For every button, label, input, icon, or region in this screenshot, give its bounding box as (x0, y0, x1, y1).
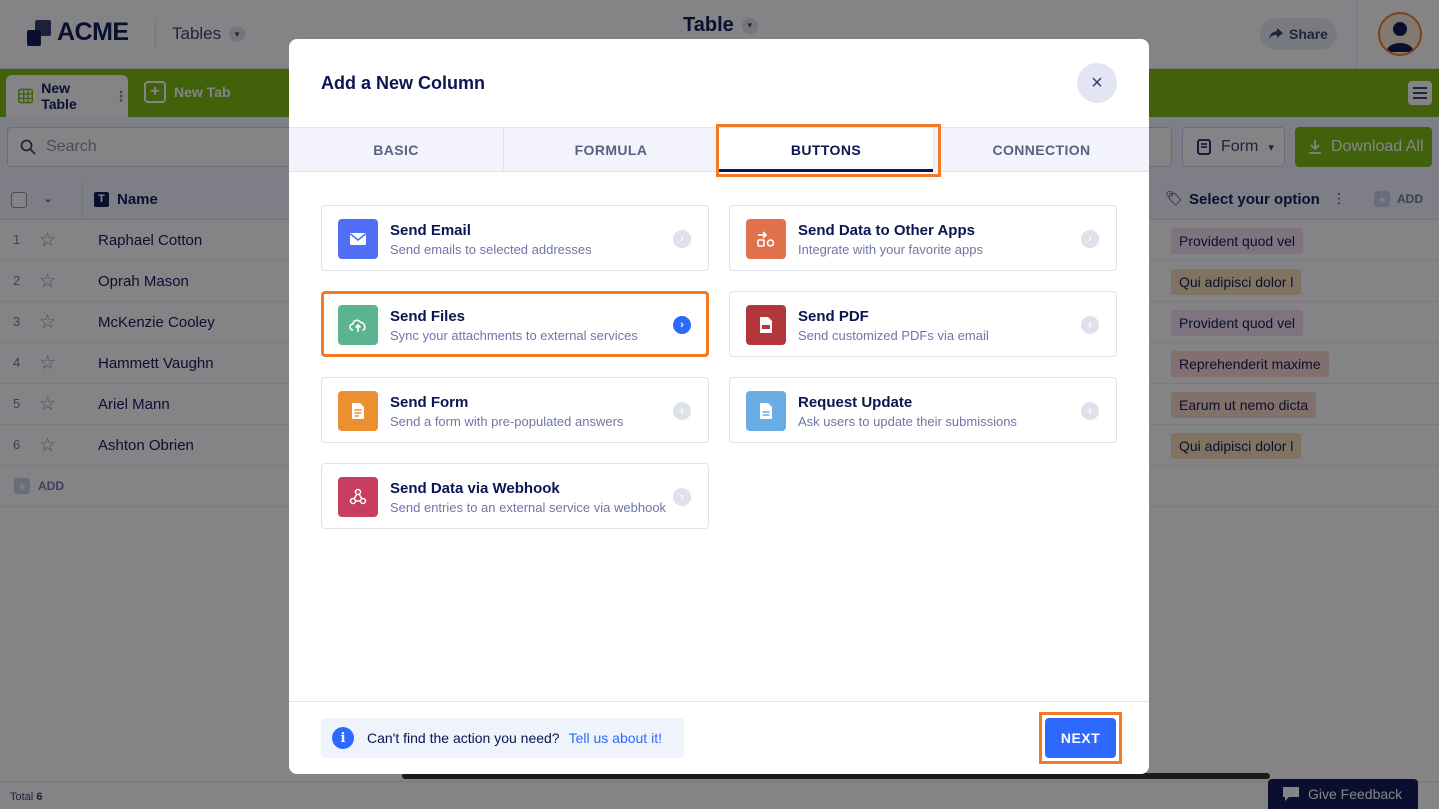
info-icon: i (332, 727, 354, 749)
option-title: Send PDF (798, 308, 869, 325)
tab-basic[interactable]: BASIC (289, 128, 504, 172)
chevron-right-icon: › (673, 488, 691, 506)
help-box: i Can't find the action you need? Tell u… (321, 718, 684, 758)
tab-connection[interactable]: CONNECTION (934, 128, 1149, 172)
close-icon: × (1091, 71, 1103, 94)
chevron-right-icon: › (673, 230, 691, 248)
option-request-update[interactable]: Request Update Ask users to update their… (729, 377, 1117, 443)
document-icon (746, 391, 786, 431)
chevron-right-icon: › (1081, 316, 1099, 334)
next-button[interactable]: NEXT (1045, 718, 1116, 758)
next-button-highlight: NEXT (1039, 712, 1122, 764)
option-description: Ask users to update their submissions (798, 414, 1017, 429)
pdf-icon (746, 305, 786, 345)
option-description: Integrate with your favorite apps (798, 242, 983, 257)
option-send-data-to-other-apps[interactable]: Send Data to Other Apps Integrate with y… (729, 205, 1117, 271)
option-title: Send Data via Webhook (390, 480, 560, 497)
option-title: Send Data to Other Apps (798, 222, 975, 239)
close-button[interactable]: × (1077, 63, 1117, 103)
option-send-form[interactable]: Send Form Send a form with pre-populated… (321, 377, 709, 443)
modal-tabs: BASIC FORMULA BUTTONS CONNECTION (289, 124, 1149, 177)
option-description: Send customized PDFs via email (798, 328, 989, 343)
modal-title: Add a New Column (321, 73, 486, 93)
option-title: Send Form (390, 394, 469, 411)
option-send-pdf[interactable]: Send PDF Send customized PDFs via email … (729, 291, 1117, 357)
webhook-icon (338, 477, 378, 517)
integration-icon (746, 219, 786, 259)
option-send-email[interactable]: Send Email Send emails to selected addre… (321, 205, 709, 271)
add-column-modal: Add a New Column × BASIC FORMULA BUTTONS… (289, 39, 1149, 774)
option-title: Send Email (390, 222, 471, 239)
option-send-files[interactable]: Send Files Sync your attachments to exte… (321, 291, 709, 357)
option-send-data-via-webhook[interactable]: Send Data via Webhook Send entries to an… (321, 463, 709, 529)
chevron-right-icon: › (673, 316, 691, 334)
tab-buttons[interactable]: BUTTONS (716, 124, 941, 177)
tab-formula[interactable]: FORMULA (504, 128, 719, 172)
help-text: Can't find the action you need? (367, 730, 560, 746)
mail-icon (338, 219, 378, 259)
modal-footer: i Can't find the action you need? Tell u… (289, 701, 1149, 774)
option-description: Send emails to selected addresses (390, 242, 592, 257)
cloud-upload-icon (338, 305, 378, 345)
option-description: Sync your attachments to external servic… (390, 328, 638, 343)
option-description: Send a form with pre-populated answers (390, 414, 624, 429)
option-title: Request Update (798, 394, 913, 411)
tell-us-link[interactable]: Tell us about it! (569, 730, 662, 746)
option-description: Send entries to an external service via … (390, 500, 667, 515)
chevron-right-icon: › (1081, 230, 1099, 248)
option-title: Send Files (390, 308, 466, 325)
form-icon (338, 391, 378, 431)
chevron-right-icon: › (1081, 402, 1099, 420)
chevron-right-icon: › (673, 402, 691, 420)
